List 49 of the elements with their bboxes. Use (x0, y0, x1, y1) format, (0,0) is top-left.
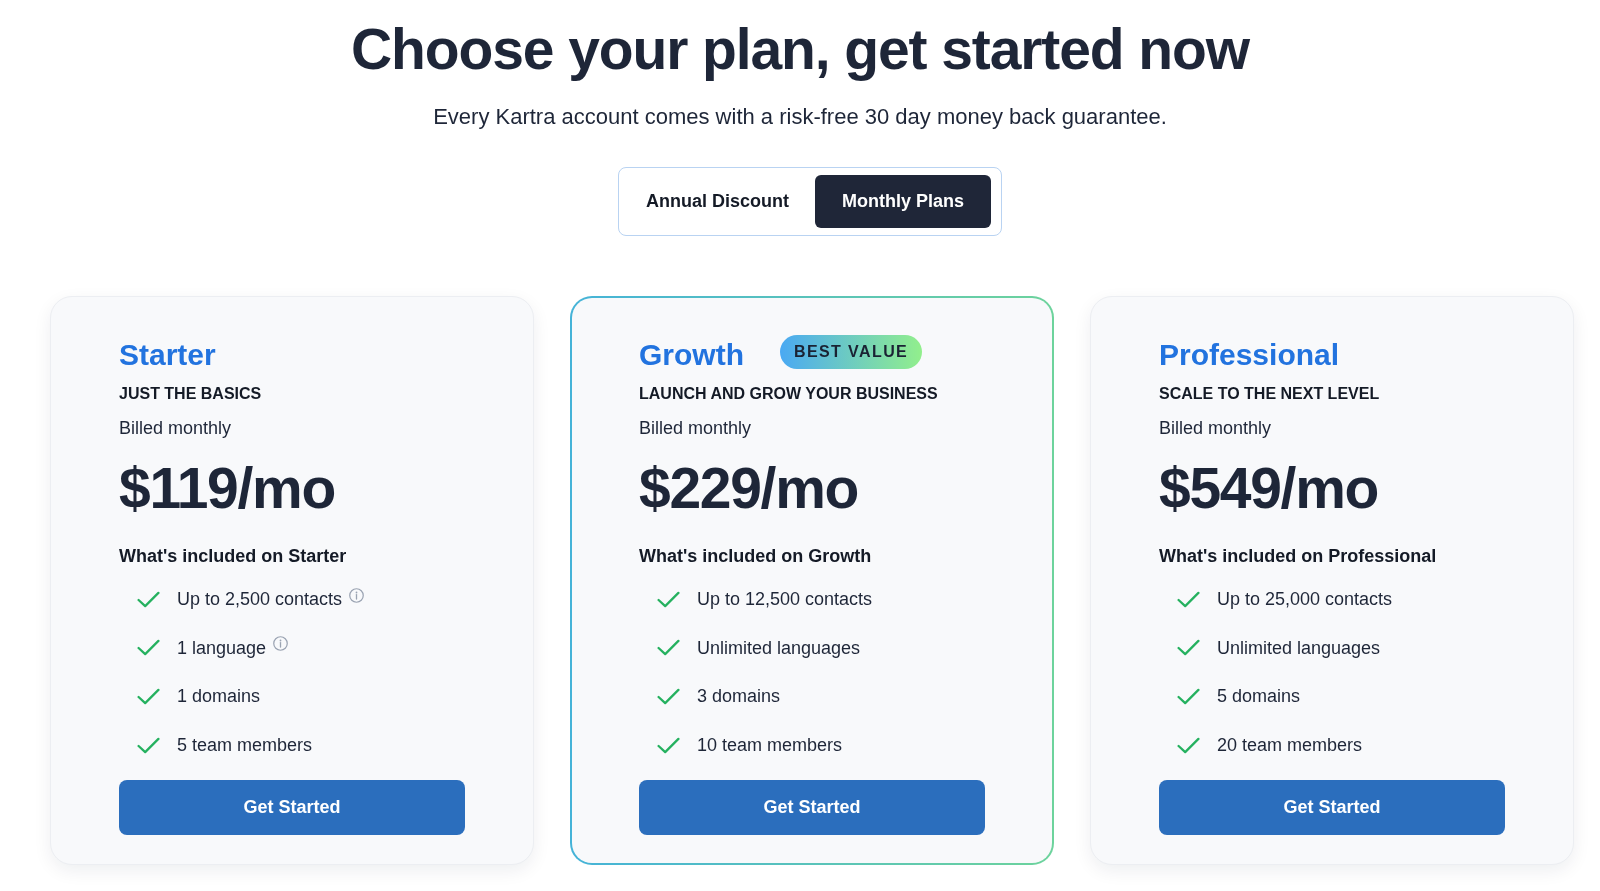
info-icon[interactable] (273, 636, 289, 652)
billing-tab[interactable]: Annual Discount (626, 175, 809, 228)
features-heading: What's included on Starter (119, 545, 348, 568)
feature-text: Up to 25,000 contacts (1217, 588, 1393, 612)
features-heading: What's included on Growth (639, 545, 873, 568)
feature-text: 10 team members (697, 734, 843, 758)
check-icon (657, 688, 680, 705)
check-icon (657, 736, 680, 754)
billing-tab[interactable]: Monthly Plans (815, 175, 991, 228)
plan-price: $229/mo (639, 456, 860, 520)
feature-text: 5 domains (1217, 685, 1301, 709)
check-icon (137, 736, 160, 754)
feature-text: 3 domains (697, 685, 781, 709)
get-started-button[interactable]: Get Started (639, 780, 985, 836)
plan-price: $549/mo (1159, 456, 1380, 520)
plan-tagline: SCALE TO THE NEXT LEVEL (1159, 384, 1381, 404)
billing-note: Billed monthly (1159, 417, 1273, 440)
plan-tagline: JUST THE BASICS (119, 384, 263, 404)
plan-tagline: LAUNCH AND GROW YOUR BUSINESS (639, 384, 939, 404)
check-icon (1177, 688, 1200, 705)
plan-name: Professional (1159, 337, 1340, 373)
check-icon (137, 590, 160, 608)
features-heading: What's included on Professional (1159, 545, 1438, 568)
check-icon (657, 639, 680, 657)
billing-note: Billed monthly (119, 417, 233, 440)
get-started-button[interactable]: Get Started (119, 780, 465, 836)
feature-text: Up to 12,500 contacts (697, 588, 873, 612)
feature-text: 20 team members (1217, 734, 1363, 758)
feature-text: 5 team members (177, 734, 313, 758)
page-title: Choose your plan, get started now (351, 16, 1249, 83)
feature-text: 1 language (177, 636, 267, 660)
check-icon (137, 639, 160, 657)
feature-text: Unlimited languages (1217, 636, 1381, 660)
plan-badge: BEST VALUE (780, 335, 923, 369)
info-icon[interactable] (349, 587, 365, 603)
check-icon (137, 688, 160, 705)
billing-note: Billed monthly (639, 417, 753, 440)
check-icon (1177, 639, 1200, 657)
plan-name: Growth (639, 337, 744, 373)
plan-price: $119/mo (119, 456, 336, 520)
feature-text: 1 domains (177, 685, 261, 709)
feature-text: Up to 2,500 contacts (177, 588, 343, 612)
plan-name: Starter (119, 337, 216, 373)
check-icon (1177, 590, 1200, 608)
check-icon (1177, 736, 1200, 754)
feature-text: Unlimited languages (697, 636, 861, 660)
check-icon (657, 590, 680, 608)
page-subtitle: Every Kartra account comes with a risk-free 30 day money back guarantee. (433, 103, 1167, 131)
get-started-button[interactable]: Get Started (1159, 780, 1505, 836)
